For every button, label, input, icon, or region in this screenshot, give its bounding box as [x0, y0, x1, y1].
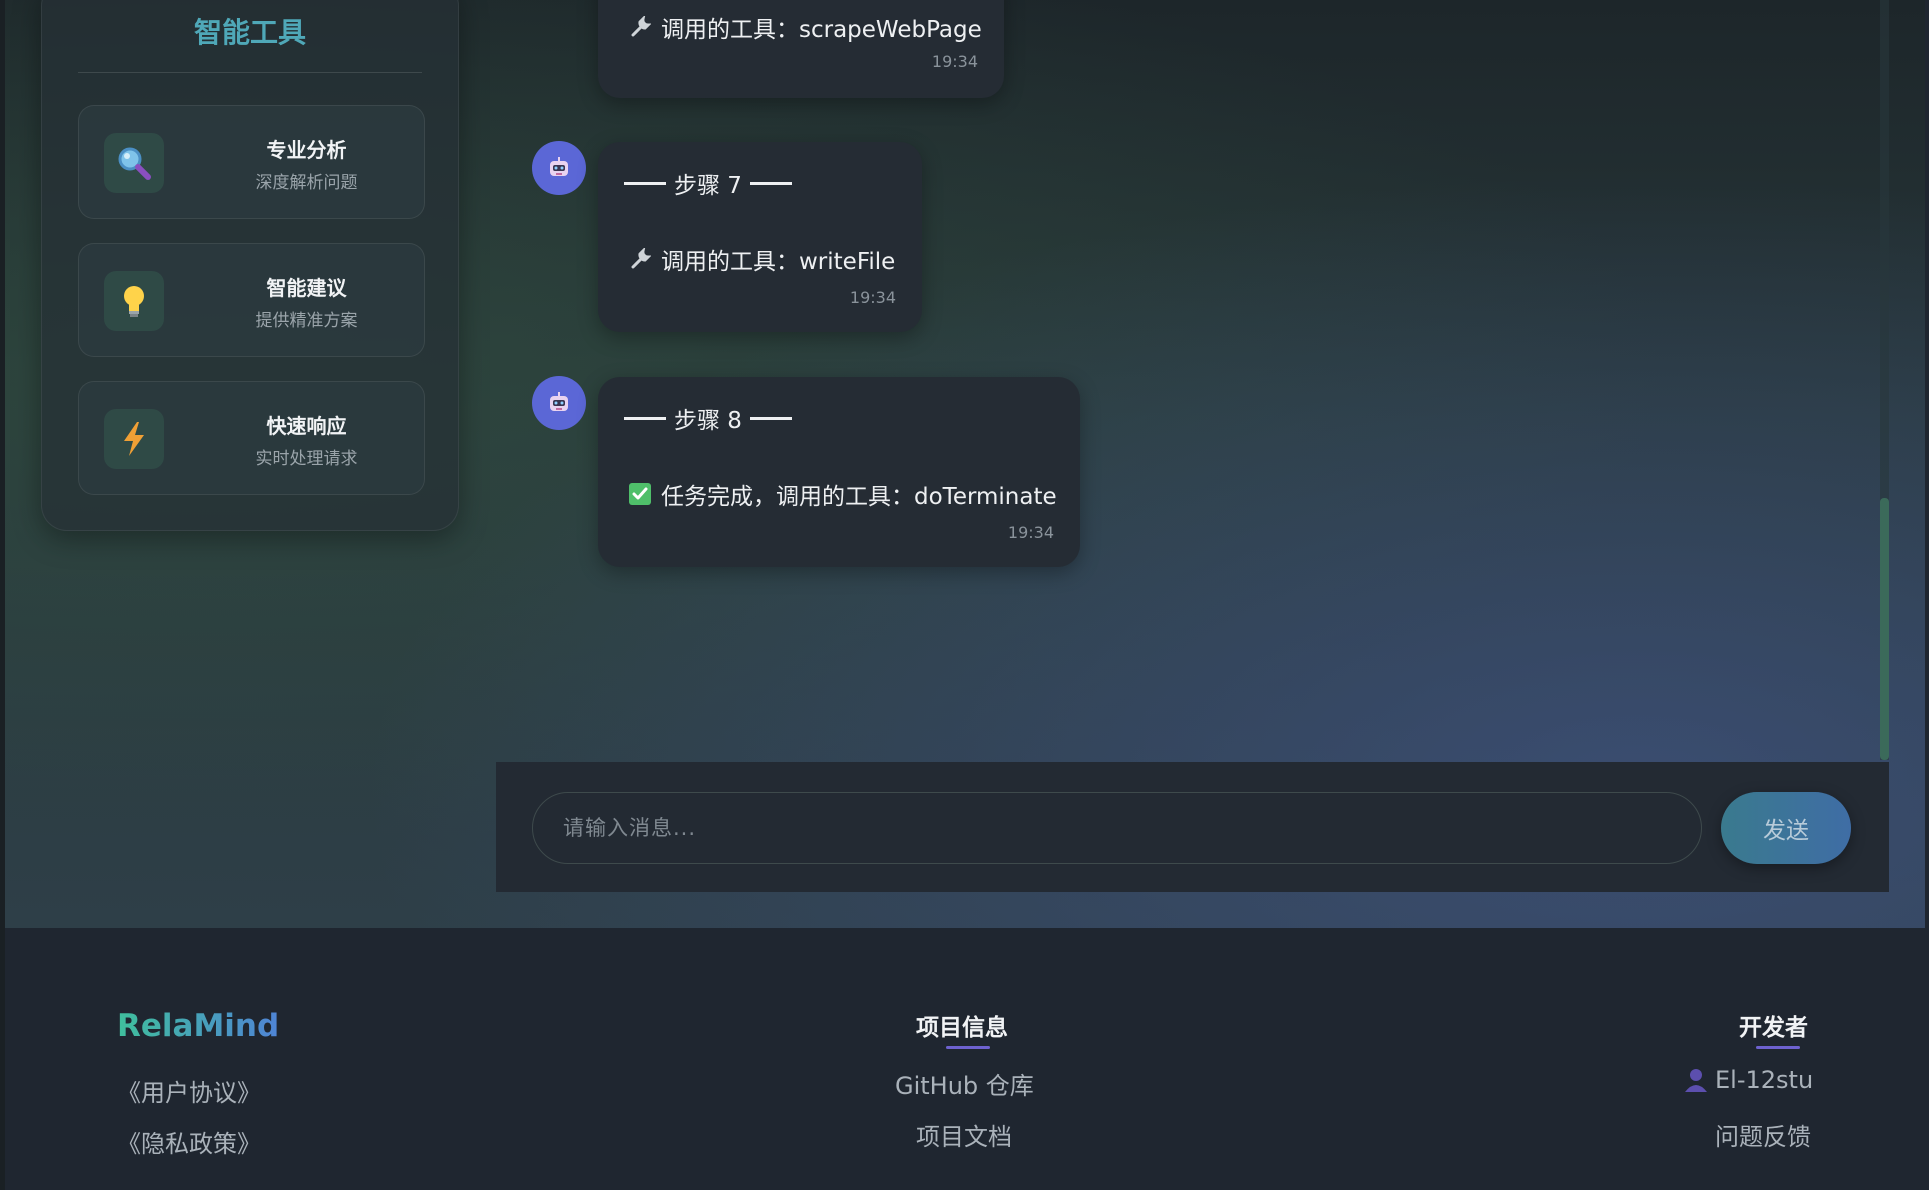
magnifier-icon: [104, 133, 164, 193]
tool-desc: 实时处理请求: [255, 449, 358, 469]
smart-tools-panel: 智能工具 专业分析 深度解析问题 智能建议 提供精准方案 快速响应 实时处理请求: [41, 0, 459, 531]
step-header: 步骤 7: [624, 166, 792, 200]
project-docs-link[interactable]: 项目文档: [916, 1117, 1012, 1152]
step-label: 步骤 7: [674, 173, 742, 199]
message-input[interactable]: [532, 792, 1702, 864]
robot-icon: [550, 157, 568, 176]
tool-item-suggestion[interactable]: 智能建议 提供精准方案: [78, 243, 425, 357]
wrench-icon: [628, 247, 652, 271]
tool-desc: 提供精准方案: [255, 311, 358, 331]
feedback-link[interactable]: 问题反馈: [1715, 1117, 1811, 1152]
message-line: 调用的工具：scrapeWebPage: [628, 10, 982, 44]
project-info-heading: 项目信息: [916, 1015, 1008, 1041]
chat-scrollbar-thumb[interactable]: [1880, 498, 1889, 760]
tools-divider: [78, 72, 422, 73]
message-line: 任务完成，调用的工具：doTerminate: [628, 477, 1057, 511]
footer: RelaMind 《用户协议》 《隐私政策》 项目信息 GitHub 仓库 项目…: [5, 928, 1929, 1190]
tool-desc: 深度解析问题: [255, 173, 358, 193]
user-icon: [1685, 1068, 1707, 1092]
project-heading-underline: [946, 1046, 990, 1049]
developer-link[interactable]: El-12stu: [1685, 1066, 1813, 1094]
privacy-policy-link[interactable]: 《隐私政策》: [117, 1124, 261, 1159]
robot-icon: [550, 392, 568, 411]
assistant-message: 步骤 8 任务完成，调用的工具：doTerminate 19:34: [598, 377, 1080, 567]
bot-avatar: [532, 141, 586, 195]
message-text: 任务完成，调用的工具：doTerminate: [661, 484, 1057, 510]
bot-avatar: [532, 376, 586, 430]
tools-title: 智能工具: [193, 16, 306, 49]
user-agreement-link[interactable]: 《用户协议》: [117, 1073, 261, 1108]
wrench-icon: [628, 15, 652, 39]
message-time: 19:34: [849, 288, 896, 307]
check-icon: [628, 482, 652, 506]
tool-name: 专业分析: [266, 138, 347, 162]
footer-brand[interactable]: RelaMind: [117, 1008, 279, 1044]
step-label: 步骤 8: [674, 408, 742, 434]
developer-heading: 开发者: [1739, 1015, 1808, 1041]
step-header: 步骤 8: [624, 401, 792, 435]
composer-bar: 发送: [496, 762, 1889, 892]
developer-name: El-12stu: [1715, 1066, 1814, 1094]
tool-name: 快速响应: [266, 414, 347, 438]
message-line: 调用的工具：writeFile: [628, 242, 895, 276]
message-time: 19:34: [1007, 523, 1054, 542]
tool-item-fast-response[interactable]: 快速响应 实时处理请求: [78, 381, 425, 495]
developer-heading-underline: [1756, 1046, 1800, 1049]
message-time: 19:34: [931, 52, 978, 71]
lightning-icon: [104, 409, 164, 469]
message-text: 调用的工具：writeFile: [661, 249, 896, 275]
github-repo-link[interactable]: GitHub 仓库: [895, 1066, 1034, 1101]
assistant-message: 调用的工具：scrapeWebPage 19:34: [598, 0, 1004, 98]
tool-name: 智能建议: [266, 276, 347, 300]
send-button[interactable]: 发送: [1721, 792, 1851, 864]
assistant-message: 步骤 7 调用的工具：writeFile 19:34: [598, 142, 922, 332]
message-text: 调用的工具：scrapeWebPage: [661, 17, 982, 43]
lightbulb-icon: [104, 271, 164, 331]
tool-item-analysis[interactable]: 专业分析 深度解析问题: [78, 105, 425, 219]
